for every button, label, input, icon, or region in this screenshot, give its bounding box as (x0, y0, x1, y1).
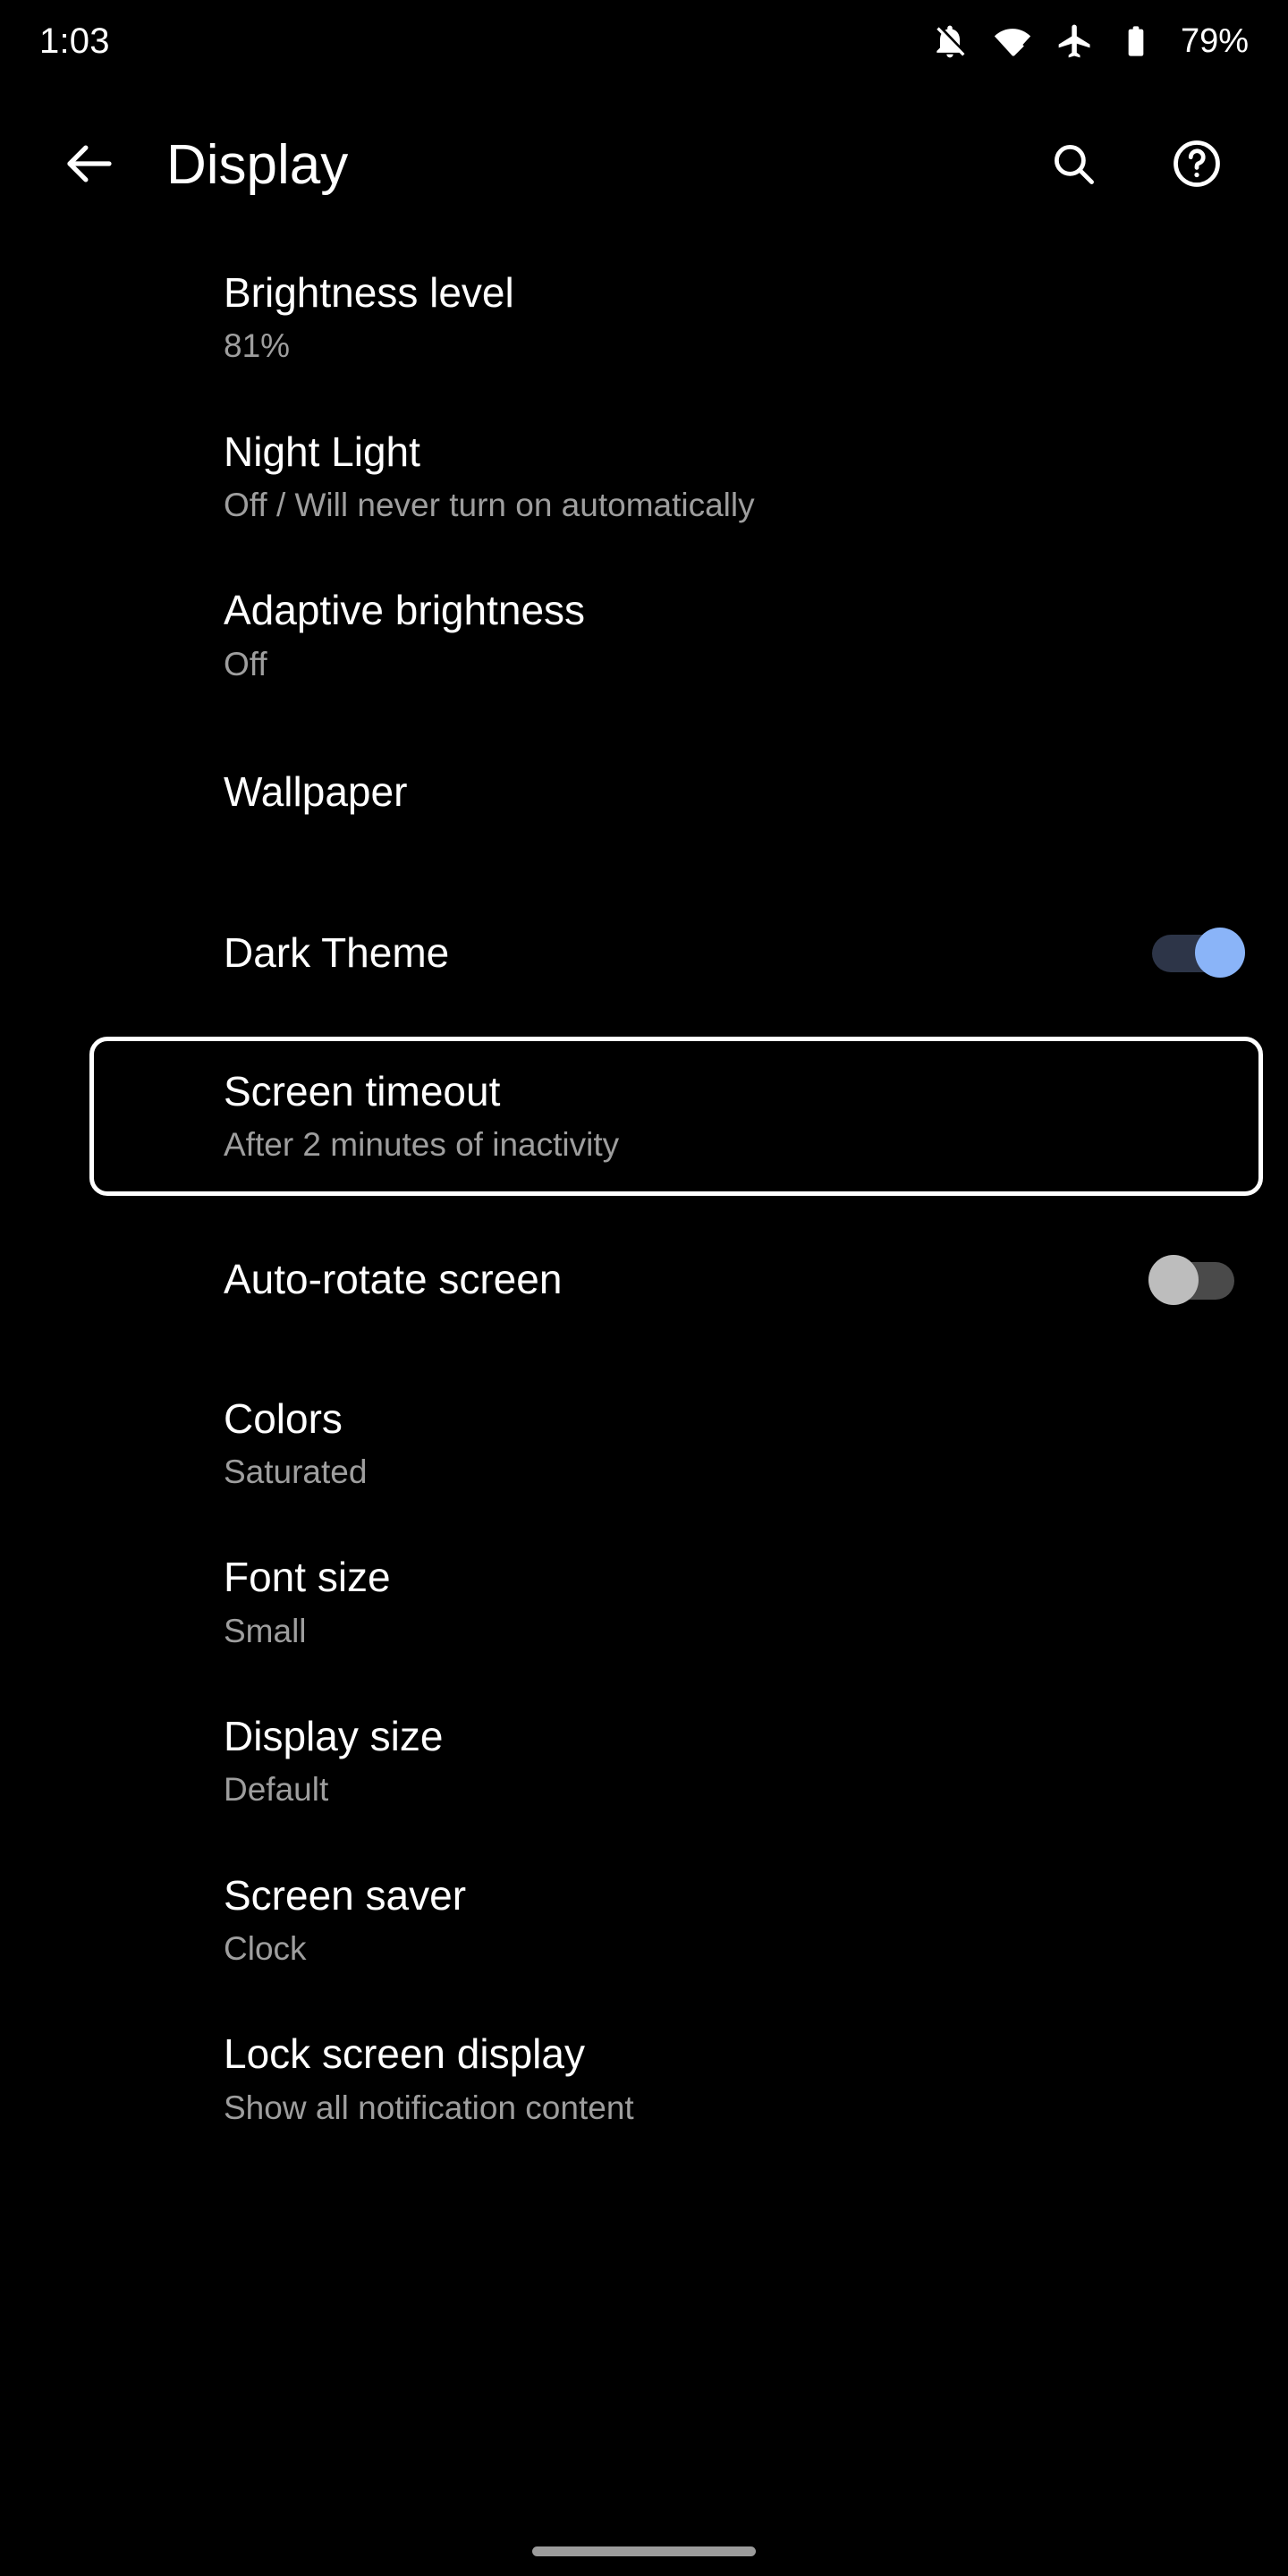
setting-title: Screen saver (224, 1871, 467, 1919)
back-arrow-icon (60, 134, 119, 198)
page-title: Display (166, 134, 349, 196)
help-circle-icon (1170, 137, 1224, 195)
setting-row-auto-rotate-screen[interactable]: Auto-rotate screen (0, 1233, 1288, 1326)
help-button[interactable] (1152, 121, 1241, 210)
setting-summary: Show all notification content (224, 2089, 634, 2126)
back-button[interactable] (39, 115, 140, 216)
switch-thumb (1148, 1254, 1199, 1305)
search-button[interactable] (1029, 121, 1118, 210)
setting-summary: After 2 minutes of inactivity (224, 1126, 620, 1164)
setting-title: Display size (224, 1712, 444, 1759)
setting-title: Screen timeout (224, 1067, 501, 1114)
setting-title: Adaptive brightness (224, 587, 586, 634)
switch-thumb (1195, 927, 1245, 978)
app-bar-actions (1029, 121, 1241, 210)
search-icon (1047, 138, 1099, 194)
app-bar: Display (0, 107, 1288, 224)
setting-row-colors[interactable]: Colors Saturated (0, 1394, 1288, 1493)
setting-title: Wallpaper (224, 767, 408, 815)
android-display-settings-screen: 1:03 79% Display Brightness level 81% Ni… (0, 0, 1288, 2576)
status-clock: 1:03 (39, 21, 110, 61)
airplane-mode-icon (1055, 21, 1095, 61)
setting-title: Brightness level (224, 269, 514, 316)
setting-row-wallpaper[interactable]: Wallpaper (0, 745, 1288, 838)
setting-row-brightness-level[interactable]: Brightness level 81% (0, 268, 1288, 367)
setting-summary: 81% (224, 327, 291, 365)
status-bar: 1:03 79% (0, 0, 1288, 82)
setting-summary: Small (224, 1612, 307, 1649)
setting-row-night-light[interactable]: Night Light Off / Will never turn on aut… (0, 428, 1288, 526)
setting-title: Lock screen display (224, 2030, 585, 2078)
setting-title: Night Light (224, 428, 420, 475)
setting-row-font-size[interactable]: Font size Small (0, 1553, 1288, 1651)
setting-row-lock-screen-display[interactable]: Lock screen display Show all notificatio… (0, 2029, 1288, 2128)
status-icon-group: 79% (930, 21, 1249, 61)
setting-title: Dark Theme (224, 928, 450, 976)
battery-icon (1118, 21, 1154, 61)
setting-summary: Saturated (224, 1453, 368, 1490)
dark-theme-switch[interactable] (1152, 927, 1245, 978)
wifi-icon (993, 21, 1032, 61)
notifications-off-icon (930, 21, 970, 61)
setting-summary: Off (224, 645, 267, 682)
setting-summary: Clock (224, 1929, 307, 1967)
setting-title: Colors (224, 1394, 343, 1442)
battery-percent-label: 79% (1180, 22, 1249, 60)
setting-title: Auto-rotate screen (224, 1256, 563, 1303)
setting-row-screen-saver[interactable]: Screen saver Clock (0, 1871, 1288, 1970)
setting-row-dark-theme[interactable]: Dark Theme (0, 906, 1288, 999)
setting-row-display-size[interactable]: Display size Default (0, 1712, 1288, 1810)
setting-row-adaptive-brightness[interactable]: Adaptive brightness Off (0, 586, 1288, 684)
setting-summary: Default (224, 1771, 329, 1809)
setting-title: Font size (224, 1554, 391, 1601)
display-settings-list: Brightness level 81% Night Light Off / W… (0, 268, 1288, 2128)
setting-summary: Off / Will never turn on automatically (224, 486, 755, 523)
setting-row-screen-timeout[interactable]: Screen timeout After 2 minutes of inacti… (0, 1067, 1288, 1165)
auto-rotate-switch[interactable] (1148, 1254, 1241, 1305)
home-gesture-indicator[interactable] (532, 2546, 756, 2556)
